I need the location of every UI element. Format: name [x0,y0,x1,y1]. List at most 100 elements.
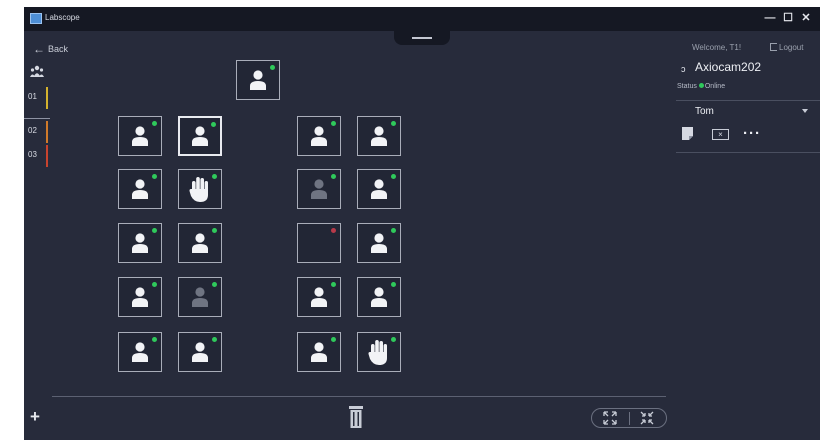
student-seat[interactable] [357,277,401,317]
welcome-text: Welcome, T1! [692,43,742,52]
chevron-down-icon[interactable] [802,109,808,113]
online-status-icon [212,174,217,179]
trash-icon[interactable] [349,406,363,428]
student-seat[interactable] [178,332,222,372]
student-seat[interactable] [297,332,341,372]
group-color-bar [46,87,48,109]
student-icon [132,342,148,362]
student-icon [250,70,266,90]
user-select[interactable]: Tom [695,106,714,117]
logout-icon [770,43,777,51]
online-status-icon [212,337,217,342]
online-status-icon [391,121,396,126]
app-logo-icon [30,13,42,24]
student-icon [371,126,387,146]
app-window: Labscope — ☐ ✕ ← Back 01 02 03 + Welcome… [24,7,820,440]
student-seat[interactable] [297,169,341,209]
more-options-icon[interactable]: ··· [743,125,761,142]
close-button[interactable]: ✕ [798,10,814,26]
remove-button[interactable]: × [712,129,729,140]
group-label: 01 [28,92,37,101]
student-icon [192,342,208,362]
online-status-icon [391,228,396,233]
online-status-icon [152,174,157,179]
panel-divider [676,152,820,153]
student-seat[interactable] [118,169,162,209]
back-arrow-icon: ← [33,42,45,56]
student-seat[interactable] [178,116,222,156]
student-seat[interactable] [118,223,162,263]
group-tab-02[interactable]: 02 [24,119,50,143]
online-status-icon [391,337,396,342]
collapse-icon[interactable] [639,411,655,425]
pull-down-tab[interactable] [394,31,450,45]
offline-status-icon [331,228,336,233]
online-status-icon [270,65,275,70]
teacher-seat[interactable] [236,60,280,100]
student-icon [371,287,387,307]
grip-icon [412,37,432,39]
status-label: Status [677,83,697,90]
online-status-icon [391,282,396,287]
group-color-bar [46,145,48,167]
minimize-button[interactable]: — [762,10,778,26]
group-label: 02 [28,126,37,135]
raised-hand-icon [189,177,208,202]
add-button[interactable]: + [30,407,40,427]
student-icon [311,179,327,199]
student-seat[interactable] [357,169,401,209]
logout-button[interactable]: Logout [770,43,803,52]
student-icon [132,233,148,253]
online-status-icon [391,174,396,179]
view-size-toggle [591,408,667,428]
student-icon [371,233,387,253]
title-bar: Labscope — ☐ ✕ [24,7,820,31]
online-status-icon [331,174,336,179]
student-seat[interactable] [118,332,162,372]
student-seat[interactable] [118,116,162,156]
student-seat[interactable] [297,116,341,156]
device-name: Axiocam202 [695,60,762,74]
expand-icon[interactable] [602,411,618,425]
back-button[interactable]: ← Back [33,42,68,56]
group-label: 03 [28,150,37,159]
online-status-icon [331,282,336,287]
student-seat[interactable] [178,169,222,209]
online-status-icon [331,121,336,126]
student-icon [132,126,148,146]
student-icon [192,287,208,307]
student-icon [371,179,387,199]
bottom-divider [52,396,666,397]
student-seat[interactable] [297,223,341,263]
device-status: Status Online [677,83,725,90]
document-icon[interactable] [682,127,693,140]
groups-icon[interactable] [30,65,44,77]
device-panel: Welcome, T1! Logout ↄ Axiocam202 Status O… [676,31,820,440]
student-seat[interactable] [118,277,162,317]
student-icon [192,126,208,146]
online-status-icon [152,282,157,287]
student-seat[interactable] [357,116,401,156]
group-tab-01[interactable]: 01 [24,85,50,109]
online-status-icon [211,122,216,127]
student-seat[interactable] [357,332,401,372]
back-label: Back [48,44,69,54]
student-seat[interactable] [297,277,341,317]
raised-hand-icon [368,340,387,365]
online-status-icon [212,282,217,287]
student-seat[interactable] [178,223,222,263]
student-icon [311,287,327,307]
online-status-icon [152,228,157,233]
group-tab-03[interactable]: 03 [24,143,50,167]
window-title: Labscope [45,13,80,22]
online-status-icon [152,337,157,342]
student-seat[interactable] [178,277,222,317]
status-value: Online [704,83,726,90]
student-icon [132,179,148,199]
online-status-icon [331,337,336,342]
maximize-button[interactable]: ☐ [780,10,796,26]
toggle-divider [629,412,630,425]
camera-icon: ↄ [681,64,686,74]
group-color-bar [46,121,48,143]
student-seat[interactable] [357,223,401,263]
